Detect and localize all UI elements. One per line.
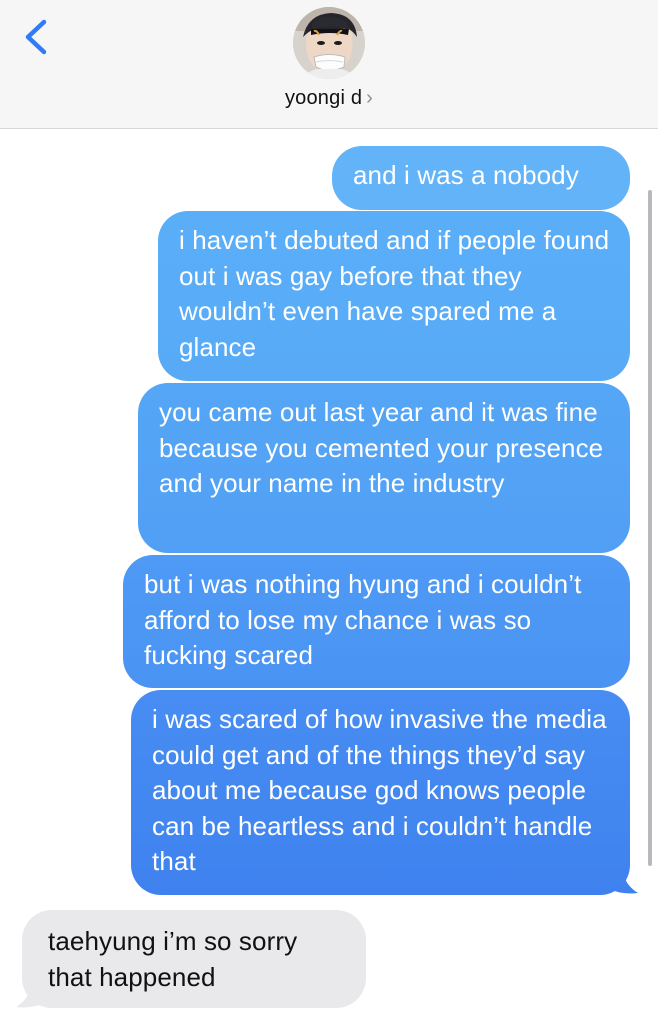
messages-screen: yoongi d › and i was a nobody i haven’t d… — [0, 0, 658, 1024]
back-chevron-icon[interactable] — [16, 16, 56, 56]
message-text: but i was nothing hyung and i couldn’t a… — [144, 569, 582, 670]
message-text: and i was a nobody — [353, 160, 579, 190]
outgoing-message-bubble[interactable]: i was scared of how invasive the media c… — [131, 690, 630, 895]
message-text: i was scared of how invasive the media c… — [152, 704, 607, 876]
avatar-image — [293, 7, 365, 79]
contact-name-row[interactable]: yoongi d › — [0, 87, 658, 110]
message-text: taehyung i’m so sorry that happened — [48, 926, 298, 992]
scrollbar[interactable] — [648, 190, 652, 866]
chevron-right-icon[interactable]: › — [366, 87, 373, 110]
contact-avatar[interactable] — [293, 7, 365, 79]
outgoing-message-bubble[interactable]: and i was a nobody — [332, 146, 630, 210]
incoming-message-bubble[interactable]: taehyung i’m so sorry that happened — [22, 910, 366, 1008]
message-text: i haven’t debuted and if people found ou… — [179, 225, 610, 362]
conversation-header: yoongi d › — [0, 0, 658, 129]
outgoing-message-bubble[interactable]: you came out last year and it was fine b… — [138, 383, 630, 553]
contact-name[interactable]: yoongi d — [285, 87, 362, 109]
outgoing-message-bubble[interactable]: but i was nothing hyung and i couldn’t a… — [123, 555, 630, 688]
message-text: you came out last year and it was fine b… — [159, 397, 604, 498]
outgoing-message-bubble[interactable]: i haven’t debuted and if people found ou… — [158, 211, 630, 381]
